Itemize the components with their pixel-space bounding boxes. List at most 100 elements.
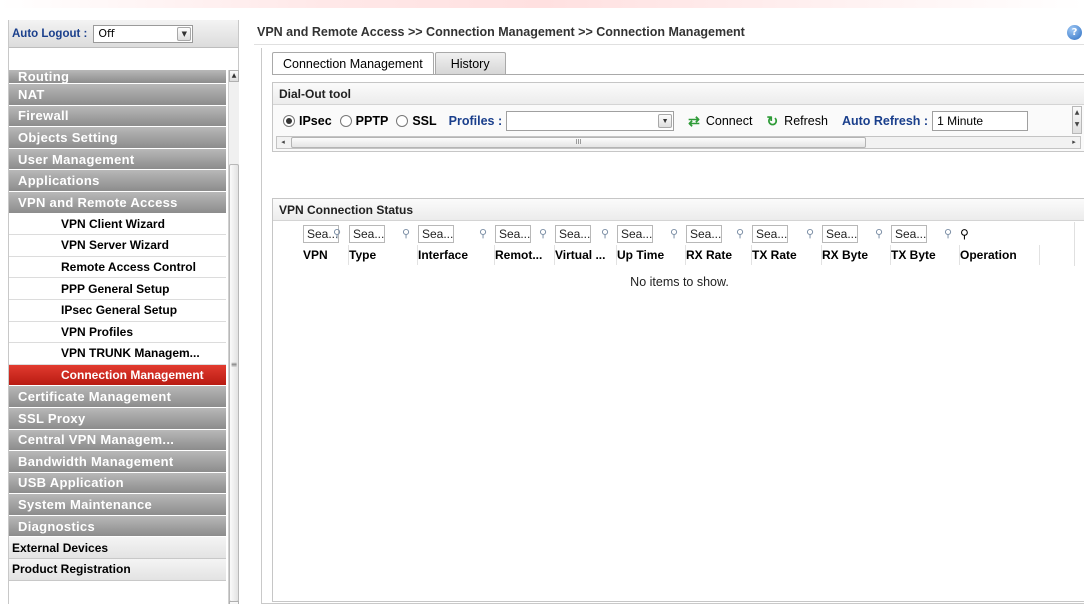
filter-icon[interactable]: ⚲	[960, 227, 969, 245]
chevron-down-icon[interactable]: ▼	[177, 26, 192, 41]
column-filter: Sea... ⚲	[495, 225, 555, 243]
column-header[interactable]: RX Byte	[822, 245, 891, 265]
profiles-label: Profiles :	[448, 114, 503, 128]
filter-input[interactable]: Sea...	[418, 225, 454, 243]
tab-history[interactable]: History	[434, 52, 506, 74]
refresh-icon: ↻	[766, 112, 779, 129]
breadcrumb: VPN and Remote Access >> Connection Mana…	[254, 20, 1084, 45]
sidebar-item-routing[interactable]: Routing	[9, 69, 226, 84]
column-header[interactable]: RX Rate	[686, 245, 752, 265]
refresh-button[interactable]: ↻ Refresh	[766, 113, 828, 130]
column-header[interactable]: Remot...	[495, 245, 555, 265]
filter-icon[interactable]: ⚲	[402, 227, 410, 240]
filter-input[interactable]: Sea...	[349, 225, 385, 243]
sidebar-item-diagnostics[interactable]: Diagnostics	[9, 515, 226, 538]
column-header[interactable]: TX Rate	[752, 245, 822, 265]
column-header[interactable]: Interface	[418, 245, 495, 265]
filter-icon[interactable]: ⚲	[479, 227, 487, 240]
filter-icon[interactable]: ⚲	[944, 227, 952, 240]
tab-connection-management[interactable]: Connection Management	[272, 52, 434, 74]
empty-message: No items to show.	[630, 275, 729, 289]
sidebar-item-central-vpn-managem[interactable]: Central VPN Managem...	[9, 429, 226, 452]
dial-out-title: Dial-Out tool	[273, 83, 1084, 105]
auto-logout-label: Auto Logout :	[12, 27, 88, 40]
column-filter: Sea... ⚲	[303, 225, 349, 243]
scroll-right-icon[interactable]: ▸	[1068, 137, 1080, 148]
radio-pptp[interactable]	[339, 115, 352, 127]
column-header[interactable]: Type	[349, 245, 418, 265]
sidebar-item-vpn-trunk-managem[interactable]: VPN TRUNK Managem...	[9, 343, 226, 365]
sidebar-item-remote-access-control[interactable]: Remote Access Control	[9, 256, 226, 279]
column-filter: Sea... ⚲	[752, 225, 822, 243]
auto-refresh-select[interactable]: 1 Minute	[932, 111, 1029, 131]
filter-icon[interactable]: ⚲	[806, 227, 814, 240]
sidebar-item-product-registration[interactable]: Product Registration	[9, 559, 226, 581]
column-header[interactable]: VPN	[303, 245, 349, 265]
sidebar-item-external-devices[interactable]: External Devices	[9, 537, 226, 560]
radio-ssl[interactable]	[396, 115, 409, 127]
sidebar-item-nat[interactable]: NAT	[9, 84, 226, 106]
dial-out-scroll-thumb[interactable]: III	[291, 137, 866, 148]
auto-logout-select[interactable]: Off ▼	[93, 24, 194, 43]
filter-input[interactable]: Sea...	[617, 225, 653, 243]
sidebar-item-firewall[interactable]: Firewall	[9, 105, 226, 128]
filter-input[interactable]: Sea...	[686, 225, 722, 243]
filter-icon[interactable]: ⚲	[539, 227, 547, 240]
scroll-left-icon[interactable]: ◂	[277, 137, 289, 148]
help-icon[interactable]: ?	[1067, 25, 1082, 40]
column-filter: Sea... ⚲	[686, 225, 752, 243]
radio-ssl-label[interactable]: SSL	[412, 114, 436, 128]
column-header[interactable]: Operation	[960, 245, 1040, 265]
sidebar-item-applications[interactable]: Applications	[9, 170, 226, 192]
column-filter: Sea... ⚲	[349, 225, 418, 243]
radio-ipsec-label[interactable]: IPsec	[299, 114, 332, 128]
sidebar-item-connection-management[interactable]: Connection Management	[9, 364, 226, 387]
filter-icon[interactable]: ⚲	[736, 227, 744, 240]
sidebar-item-vpn-profiles[interactable]: VPN Profiles	[9, 321, 226, 344]
auto-logout-bar: Auto Logout : Off ▼	[9, 20, 238, 48]
sidebar-item-certificate-management[interactable]: Certificate Management	[9, 386, 226, 408]
filter-input[interactable]: Sea...	[891, 225, 927, 243]
sidebar-item-system-maintenance[interactable]: System Maintenance	[9, 494, 226, 516]
sidebar-item-ssl-proxy[interactable]: SSL Proxy	[9, 407, 226, 430]
sidebar-item-usb-application[interactable]: USB Application	[9, 472, 226, 495]
column-filter: Sea... ⚲	[555, 225, 617, 243]
sidebar-item-bandwidth-management[interactable]: Bandwidth Management	[9, 451, 226, 473]
sidebar-item-objects-setting[interactable]: Objects Setting	[9, 127, 226, 149]
auto-refresh-spinner[interactable]: ▲ ▼	[1072, 106, 1082, 134]
filter-input[interactable]: Sea...	[822, 225, 858, 243]
column-header[interactable]: Up Time	[617, 245, 686, 265]
sidebar-item-ppp-general-setup[interactable]: PPP General Setup	[9, 278, 226, 300]
sidebar-item-ipsec-general-setup[interactable]: IPsec General Setup	[9, 299, 226, 322]
filter-input[interactable]: Sea...	[495, 225, 531, 243]
column-header[interactable]: TX Byte	[891, 245, 960, 265]
scroll-up-icon[interactable]: ▲	[229, 70, 239, 82]
sidebar-item-user-management[interactable]: User Management	[9, 148, 226, 171]
filter-icon[interactable]: ⚲	[875, 227, 883, 240]
sidebar-menu: Routing NAT Firewall Objects Setting User Ma…	[9, 69, 226, 581]
sidebar-item-vpn-server-wizard[interactable]: VPN Server Wizard	[9, 235, 226, 257]
content-panel: Connection Management History Dial-Out t…	[261, 48, 1084, 604]
filter-icon[interactable]: ⚲	[670, 227, 678, 240]
column-filter: Sea... ⚲	[617, 225, 686, 243]
radio-pptp-label[interactable]: PPTP	[356, 114, 389, 128]
filter-input[interactable]: Sea...	[752, 225, 788, 243]
chevron-down-icon[interactable]: ▼	[658, 114, 673, 128]
sidebar: Auto Logout : Off ▼ Routing NAT Firewall Ob…	[8, 20, 239, 604]
profiles-select[interactable]: ▼	[506, 111, 675, 131]
column-header[interactable]: Virtual ...	[555, 245, 617, 265]
connect-button[interactable]: ⇄ Connect	[688, 113, 752, 130]
sidebar-item-vpn-client-wizard[interactable]: VPN Client Wizard	[9, 213, 226, 236]
column-filter: Sea... ⚲	[822, 225, 891, 243]
sidebar-scrollbar[interactable]: ▲ ≡ ▼	[228, 70, 239, 604]
radio-ipsec[interactable]	[283, 115, 295, 127]
sidebar-item-vpn-and-remote-access[interactable]: VPN and Remote Access	[9, 191, 226, 214]
dial-out-hscrollbar[interactable]: ◂ III ▸	[276, 136, 1081, 149]
filter-icon[interactable]: ⚲	[601, 227, 609, 240]
filter-icon[interactable]: ⚲	[333, 227, 341, 240]
sidebar-scroll-thumb[interactable]: ≡	[229, 164, 239, 602]
filter-input[interactable]: Sea...	[555, 225, 591, 243]
connect-label: Connect	[705, 114, 753, 128]
refresh-label: Refresh	[784, 114, 828, 128]
auto-refresh-value: 1 Minute	[937, 114, 984, 128]
